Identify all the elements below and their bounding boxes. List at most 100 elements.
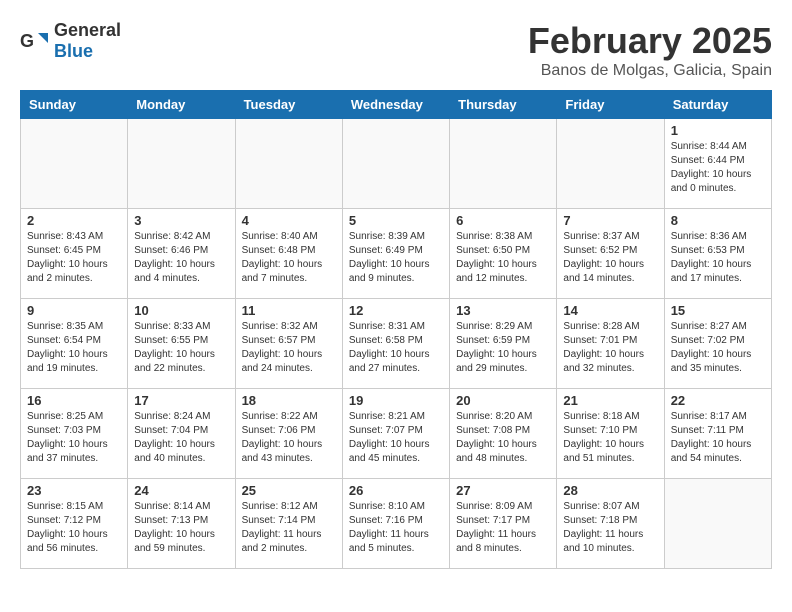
header: G General Blue February 2025 Banos de Mo… bbox=[20, 20, 772, 80]
day-number: 15 bbox=[671, 303, 765, 318]
day-number: 6 bbox=[456, 213, 550, 228]
day-info: Sunrise: 8:43 AM Sunset: 6:45 PM Dayligh… bbox=[27, 230, 121, 286]
day-number: 23 bbox=[27, 483, 121, 498]
calendar-cell: 17 Sunrise: 8:24 AM Sunset: 7:04 PM Dayli… bbox=[128, 389, 235, 479]
calendar-cell: 28 Sunrise: 8:07 AM Sunset: 7:18 PM Dayli… bbox=[557, 479, 664, 569]
day-number: 25 bbox=[242, 483, 336, 498]
calendar-cell: 14 Sunrise: 8:28 AM Sunset: 7:01 PM Dayli… bbox=[557, 299, 664, 389]
day-number: 16 bbox=[27, 393, 121, 408]
day-number: 28 bbox=[563, 483, 657, 498]
calendar-cell bbox=[21, 119, 128, 209]
weekday-header-sunday: Sunday bbox=[21, 91, 128, 119]
calendar-cell: 22 Sunrise: 8:17 AM Sunset: 7:11 PM Dayli… bbox=[664, 389, 771, 479]
calendar-cell: 5 Sunrise: 8:39 AM Sunset: 6:49 PM Daylig… bbox=[342, 209, 449, 299]
day-info: Sunrise: 8:37 AM Sunset: 6:52 PM Dayligh… bbox=[563, 230, 657, 286]
calendar-cell bbox=[128, 119, 235, 209]
calendar-cell: 10 Sunrise: 8:33 AM Sunset: 6:55 PM Dayli… bbox=[128, 299, 235, 389]
calendar-title: February 2025 bbox=[528, 20, 772, 62]
calendar-cell: 25 Sunrise: 8:12 AM Sunset: 7:14 PM Dayli… bbox=[235, 479, 342, 569]
day-number: 22 bbox=[671, 393, 765, 408]
calendar-cell: 21 Sunrise: 8:18 AM Sunset: 7:10 PM Dayli… bbox=[557, 389, 664, 479]
day-number: 18 bbox=[242, 393, 336, 408]
day-info: Sunrise: 8:15 AM Sunset: 7:12 PM Dayligh… bbox=[27, 500, 121, 556]
day-info: Sunrise: 8:09 AM Sunset: 7:17 PM Dayligh… bbox=[456, 500, 550, 556]
day-info: Sunrise: 8:22 AM Sunset: 7:06 PM Dayligh… bbox=[242, 410, 336, 466]
svg-text:G: G bbox=[20, 31, 34, 51]
day-number: 10 bbox=[134, 303, 228, 318]
day-info: Sunrise: 8:33 AM Sunset: 6:55 PM Dayligh… bbox=[134, 320, 228, 376]
day-number: 21 bbox=[563, 393, 657, 408]
calendar-cell bbox=[664, 479, 771, 569]
day-number: 13 bbox=[456, 303, 550, 318]
day-info: Sunrise: 8:17 AM Sunset: 7:11 PM Dayligh… bbox=[671, 410, 765, 466]
weekday-header-monday: Monday bbox=[128, 91, 235, 119]
day-number: 9 bbox=[27, 303, 121, 318]
calendar-cell: 8 Sunrise: 8:36 AM Sunset: 6:53 PM Daylig… bbox=[664, 209, 771, 299]
week-row-4: 23 Sunrise: 8:15 AM Sunset: 7:12 PM Dayli… bbox=[21, 479, 772, 569]
day-number: 4 bbox=[242, 213, 336, 228]
day-number: 3 bbox=[134, 213, 228, 228]
calendar-cell: 27 Sunrise: 8:09 AM Sunset: 7:17 PM Dayli… bbox=[450, 479, 557, 569]
day-number: 8 bbox=[671, 213, 765, 228]
day-number: 19 bbox=[349, 393, 443, 408]
day-info: Sunrise: 8:21 AM Sunset: 7:07 PM Dayligh… bbox=[349, 410, 443, 466]
calendar-cell: 24Sunrise: 8:14 AM Sunset: 7:13 PM Dayli… bbox=[128, 479, 235, 569]
day-info: Sunrise: 8:36 AM Sunset: 6:53 PM Dayligh… bbox=[671, 230, 765, 286]
week-row-3: 16Sunrise: 8:25 AM Sunset: 7:03 PM Dayli… bbox=[21, 389, 772, 479]
day-info: Sunrise: 8:28 AM Sunset: 7:01 PM Dayligh… bbox=[563, 320, 657, 376]
day-number: 7 bbox=[563, 213, 657, 228]
day-info: Sunrise: 8:12 AM Sunset: 7:14 PM Dayligh… bbox=[242, 500, 336, 556]
weekday-header-tuesday: Tuesday bbox=[235, 91, 342, 119]
calendar-cell: 13 Sunrise: 8:29 AM Sunset: 6:59 PM Dayli… bbox=[450, 299, 557, 389]
day-number: 5 bbox=[349, 213, 443, 228]
calendar-cell: 18 Sunrise: 8:22 AM Sunset: 7:06 PM Dayli… bbox=[235, 389, 342, 479]
calendar-cell: 15 Sunrise: 8:27 AM Sunset: 7:02 PM Dayli… bbox=[664, 299, 771, 389]
day-number: 12 bbox=[349, 303, 443, 318]
day-info: Sunrise: 8:18 AM Sunset: 7:10 PM Dayligh… bbox=[563, 410, 657, 466]
calendar-cell: 7 Sunrise: 8:37 AM Sunset: 6:52 PM Daylig… bbox=[557, 209, 664, 299]
day-number: 1 bbox=[671, 123, 765, 138]
day-info: Sunrise: 8:29 AM Sunset: 6:59 PM Dayligh… bbox=[456, 320, 550, 376]
day-info: Sunrise: 8:07 AM Sunset: 7:18 PM Dayligh… bbox=[563, 500, 657, 556]
logo: G General Blue bbox=[20, 20, 121, 62]
weekday-header-thursday: Thursday bbox=[450, 91, 557, 119]
logo-blue-text: Blue bbox=[54, 41, 93, 61]
day-number: 20 bbox=[456, 393, 550, 408]
day-info: Sunrise: 8:42 AM Sunset: 6:46 PM Dayligh… bbox=[134, 230, 228, 286]
day-info: Sunrise: 8:27 AM Sunset: 7:02 PM Dayligh… bbox=[671, 320, 765, 376]
calendar-cell: 1Sunrise: 8:44 AM Sunset: 6:44 PM Daylig… bbox=[664, 119, 771, 209]
day-number: 2 bbox=[27, 213, 121, 228]
calendar-cell: 11 Sunrise: 8:32 AM Sunset: 6:57 PM Dayli… bbox=[235, 299, 342, 389]
day-info: Sunrise: 8:14 AM Sunset: 7:13 PM Dayligh… bbox=[134, 500, 228, 556]
calendar-cell: 6Sunrise: 8:38 AM Sunset: 6:50 PM Daylig… bbox=[450, 209, 557, 299]
weekday-header-row: SundayMondayTuesdayWednesdayThursdayFrid… bbox=[21, 91, 772, 119]
calendar-cell: 4Sunrise: 8:40 AM Sunset: 6:48 PM Daylig… bbox=[235, 209, 342, 299]
calendar-cell bbox=[235, 119, 342, 209]
day-number: 27 bbox=[456, 483, 550, 498]
title-area: February 2025 Banos de Molgas, Galicia, … bbox=[528, 20, 772, 80]
logo-icon: G bbox=[20, 29, 50, 53]
calendar-cell bbox=[557, 119, 664, 209]
day-info: Sunrise: 8:24 AM Sunset: 7:04 PM Dayligh… bbox=[134, 410, 228, 466]
calendar-cell: 9Sunrise: 8:35 AM Sunset: 6:54 PM Daylig… bbox=[21, 299, 128, 389]
calendar-cell: 2 Sunrise: 8:43 AM Sunset: 6:45 PM Daylig… bbox=[21, 209, 128, 299]
day-number: 14 bbox=[563, 303, 657, 318]
calendar-table: SundayMondayTuesdayWednesdayThursdayFrid… bbox=[20, 90, 772, 569]
calendar-cell bbox=[450, 119, 557, 209]
day-info: Sunrise: 8:32 AM Sunset: 6:57 PM Dayligh… bbox=[242, 320, 336, 376]
calendar-cell: 23 Sunrise: 8:15 AM Sunset: 7:12 PM Dayli… bbox=[21, 479, 128, 569]
calendar-cell: 19 Sunrise: 8:21 AM Sunset: 7:07 PM Dayli… bbox=[342, 389, 449, 479]
weekday-header-wednesday: Wednesday bbox=[342, 91, 449, 119]
calendar-cell: 20Sunrise: 8:20 AM Sunset: 7:08 PM Dayli… bbox=[450, 389, 557, 479]
weekday-header-friday: Friday bbox=[557, 91, 664, 119]
day-number: 17 bbox=[134, 393, 228, 408]
day-info: Sunrise: 8:39 AM Sunset: 6:49 PM Dayligh… bbox=[349, 230, 443, 286]
calendar-cell bbox=[342, 119, 449, 209]
calendar-cell: 12Sunrise: 8:31 AM Sunset: 6:58 PM Dayli… bbox=[342, 299, 449, 389]
calendar-cell: 3 Sunrise: 8:42 AM Sunset: 6:46 PM Daylig… bbox=[128, 209, 235, 299]
day-info: Sunrise: 8:10 AM Sunset: 7:16 PM Dayligh… bbox=[349, 500, 443, 556]
day-number: 11 bbox=[242, 303, 336, 318]
week-row-2: 9Sunrise: 8:35 AM Sunset: 6:54 PM Daylig… bbox=[21, 299, 772, 389]
weekday-header-saturday: Saturday bbox=[664, 91, 771, 119]
week-row-1: 2 Sunrise: 8:43 AM Sunset: 6:45 PM Daylig… bbox=[21, 209, 772, 299]
